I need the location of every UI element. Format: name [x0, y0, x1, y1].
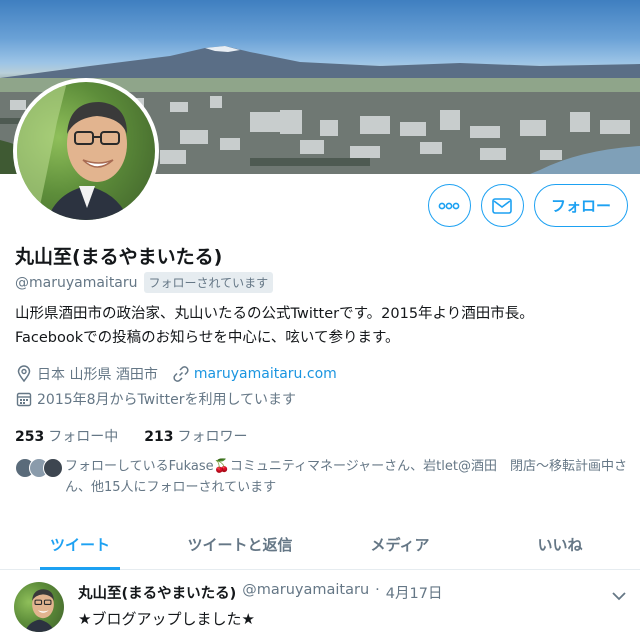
tweet-header: 丸山至(まるやまいたる) @maruyamaitaru · 4月17日 — [78, 582, 442, 603]
more-button[interactable] — [427, 184, 471, 227]
followers-you-know-text: フォローしているFukase🍒コミュニティマネージャーさん、岩tlet@酒田 閉… — [65, 459, 627, 495]
profile-meta-location-row: 日本 山形県 酒田市 maruyamaitaru.com — [15, 364, 337, 384]
avatar[interactable] — [14, 582, 64, 632]
bio-line: 山形県酒田市の政治家、丸山いたるの公式Twitterです。2015年より酒田市長… — [15, 306, 534, 322]
profile-tabs: ツイート ツイートと返信 メディア いいね — [0, 520, 640, 570]
chevron-down-icon[interactable] — [612, 586, 626, 605]
tweet-separator: · — [375, 582, 380, 598]
tweet-date[interactable]: 4月17日 — [386, 582, 443, 603]
calendar-icon — [15, 390, 33, 408]
message-button[interactable] — [480, 184, 524, 227]
tweet-item[interactable]: 丸山至(まるやまいたる) @maruyamaitaru · 4月17日 ★ブログ… — [0, 572, 640, 640]
tab-tweets[interactable]: ツイート — [0, 520, 160, 570]
avatar — [43, 458, 63, 478]
followers-count: 213 — [144, 429, 174, 445]
tab-likes[interactable]: いいね — [480, 520, 640, 569]
link-icon — [172, 365, 190, 383]
follow-counts: 253 フォロー中 213 フォロワー — [15, 426, 247, 446]
followers-you-know[interactable]: フォローしているFukase🍒コミュニティマネージャーさん、岩tlet@酒田 閉… — [15, 456, 630, 498]
mini-avatar-stack — [15, 458, 63, 498]
bio-line: Facebookでの投稿のお知らせを中心に、呟いて参ります。 — [15, 330, 400, 346]
following-count-link[interactable]: 253 フォロー中 — [15, 426, 118, 446]
profile-location: 日本 山形県 酒田市 — [37, 367, 158, 383]
profile-meta-joined-row: 2015年8月からTwitterを利用しています — [15, 389, 296, 409]
follows-you-badge: フォローされています — [143, 272, 274, 293]
location-pin-icon — [15, 365, 33, 383]
followers-label: フォロワー — [177, 429, 248, 445]
following-count: 253 — [15, 429, 45, 445]
profile-name[interactable]: 丸山至(まるやまいたる) — [15, 242, 222, 269]
tab-media[interactable]: メディア — [320, 520, 480, 569]
profile-actions: フォロー — [427, 184, 628, 227]
followers-count-link[interactable]: 213 フォロワー — [144, 426, 247, 446]
follow-button[interactable]: フォロー — [533, 184, 628, 227]
profile-joined-date: 2015年8月からTwitterを利用しています — [37, 392, 297, 408]
more-dots-icon — [439, 202, 460, 209]
envelope-icon — [492, 197, 513, 214]
handle-row: @maruyamaitaru フォローされています — [15, 272, 274, 293]
tweet-author-handle[interactable]: @maruyamaitaru — [242, 582, 369, 603]
avatar-portrait-image — [17, 82, 129, 220]
tab-tweets-and-replies[interactable]: ツイートと返信 — [160, 520, 320, 569]
profile-bio: 山形県酒田市の政治家、丸山いたるの公式Twitterです。2015年より酒田市長… — [15, 302, 630, 350]
avatar — [17, 82, 155, 220]
tweet-text: ★ブログアップしました★ — [78, 610, 255, 628]
profile-avatar-frame[interactable] — [13, 78, 159, 224]
following-label: フォロー中 — [48, 429, 119, 445]
profile-handle[interactable]: @maruyamaitaru — [15, 275, 138, 291]
avatar-portrait-image — [24, 589, 55, 632]
tweet-author-name[interactable]: 丸山至(まるやまいたる) — [78, 582, 236, 603]
profile-website-link[interactable]: maruyamaitaru.com — [194, 366, 337, 382]
